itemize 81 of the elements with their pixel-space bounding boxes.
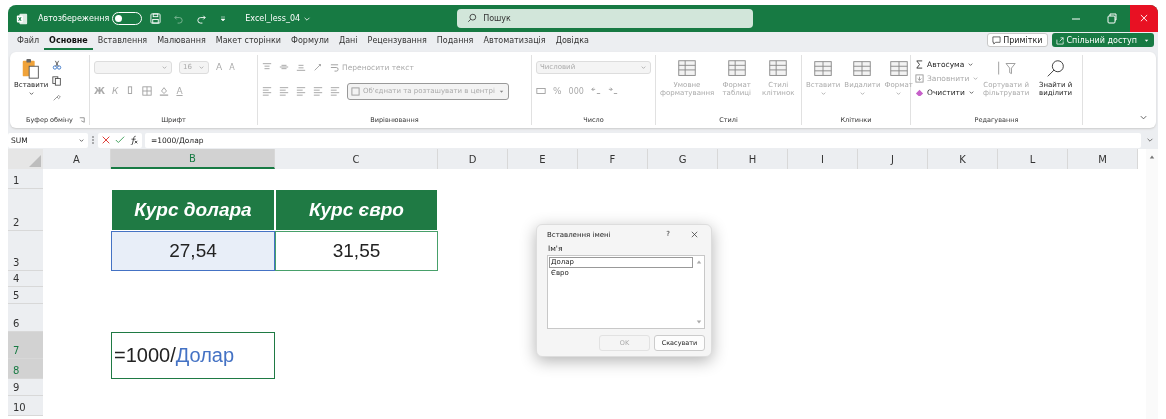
caret-icon	[640, 63, 647, 71]
speech-bubble-icon	[992, 35, 1002, 45]
row-header[interactable]: 10	[8, 396, 43, 416]
undo-icon[interactable]	[173, 13, 185, 24]
share-icon	[1055, 35, 1065, 45]
select-all-icon[interactable]	[29, 155, 41, 167]
column-header[interactable]: I	[788, 149, 858, 169]
caret-icon	[27, 90, 35, 97]
collapse-ribbon-icon[interactable]	[1139, 113, 1148, 122]
ribbon-tab[interactable]: Вставлення	[92, 32, 153, 50]
spreadsheet-app-icon[interactable]	[16, 12, 28, 25]
row-header[interactable]: 7	[8, 332, 43, 359]
column-header[interactable]: H	[718, 149, 788, 169]
autosave-label: Автозбереження	[38, 14, 110, 23]
customize-caret-icon[interactable]	[219, 14, 228, 23]
table-cell: 31,55	[275, 231, 438, 271]
column-header[interactable]: A	[43, 149, 111, 169]
save-icon[interactable]	[150, 13, 162, 24]
more-icon[interactable]	[91, 134, 95, 146]
ribbon-tab[interactable]: Малювання	[152, 32, 211, 50]
file-name[interactable]: Excel_less_04	[245, 14, 301, 23]
redo-icon[interactable]	[196, 13, 208, 24]
ribbon-tab[interactable]: Дані	[333, 32, 363, 50]
ribbon-tab[interactable]: Файл	[12, 32, 45, 50]
scroll-up-icon[interactable]	[696, 259, 702, 265]
close-icon[interactable]	[690, 229, 699, 239]
cancel-icon[interactable]	[101, 135, 111, 145]
scissors-icon[interactable]	[52, 60, 63, 70]
ribbon-tab[interactable]: Рецензування	[362, 32, 432, 50]
column-header[interactable]: B	[111, 149, 275, 169]
expand-formula-icon[interactable]	[1146, 136, 1154, 144]
column-header[interactable]: G	[648, 149, 718, 169]
share-button[interactable]: Спільний доступ	[1051, 33, 1154, 47]
fill-down-icon	[915, 74, 924, 83]
ribbon-tab[interactable]: Основне	[44, 32, 93, 50]
column-header[interactable]: C	[275, 149, 438, 169]
close-icon[interactable]	[1130, 5, 1158, 32]
dialog-launcher-icon[interactable]	[79, 117, 85, 123]
table-cell: 27,54	[111, 231, 275, 271]
merge-cells-icon	[351, 86, 360, 96]
scroll-up-icon[interactable]	[1149, 154, 1155, 160]
column-header[interactable]: M	[1068, 149, 1138, 169]
copy-icon[interactable]	[52, 76, 63, 86]
row-header[interactable]: 5	[8, 287, 43, 304]
column-header[interactable]: L	[998, 149, 1068, 169]
row-header[interactable]: 2	[8, 189, 43, 231]
row-header[interactable]: 3	[8, 231, 43, 271]
comments-button[interactable]: Примітки	[987, 33, 1048, 47]
table-cell: Курс долара	[111, 189, 275, 231]
caret-icon	[895, 90, 903, 97]
search-field[interactable]: Пошук	[457, 9, 754, 28]
row-header[interactable]: 6	[8, 304, 43, 332]
caret-icon	[161, 63, 168, 71]
column-header[interactable]: J	[858, 149, 928, 169]
caret-icon	[858, 90, 866, 97]
sigma-icon	[915, 60, 924, 69]
eraser-icon	[915, 88, 924, 97]
ribbon-tab[interactable]: Макет сторінки	[210, 32, 286, 50]
column-header[interactable]: F	[578, 149, 648, 169]
wrap-text-icon	[330, 62, 339, 72]
column-header[interactable]: K	[928, 149, 998, 169]
scroll-down-icon[interactable]	[696, 319, 702, 325]
ribbon-tab[interactable]: Автоматизація	[478, 32, 551, 50]
row-header[interactable]: 1	[8, 169, 43, 189]
row-header[interactable]: 4	[8, 271, 43, 287]
column-header[interactable]: E	[508, 149, 578, 169]
ribbon-tab[interactable]: Подання	[431, 32, 479, 50]
table-cell: Курс євро	[275, 189, 438, 231]
table-cell: =1000/Долар	[111, 332, 275, 379]
insert-function-icon[interactable]	[129, 135, 139, 145]
row-header[interactable]: 8	[8, 359, 43, 379]
caret-icon	[819, 90, 827, 97]
caret-icon	[78, 136, 85, 144]
search-icon	[467, 13, 478, 23]
column-header[interactable]: D	[438, 149, 508, 169]
ribbon-tab[interactable]: Формули	[286, 32, 334, 50]
row-header[interactable]: 9	[8, 379, 43, 396]
format-painter-icon[interactable]	[52, 92, 63, 102]
ribbon-tab[interactable]: Довідка	[550, 32, 594, 50]
checkmark-icon[interactable]	[115, 135, 125, 145]
caret-icon	[198, 63, 205, 71]
